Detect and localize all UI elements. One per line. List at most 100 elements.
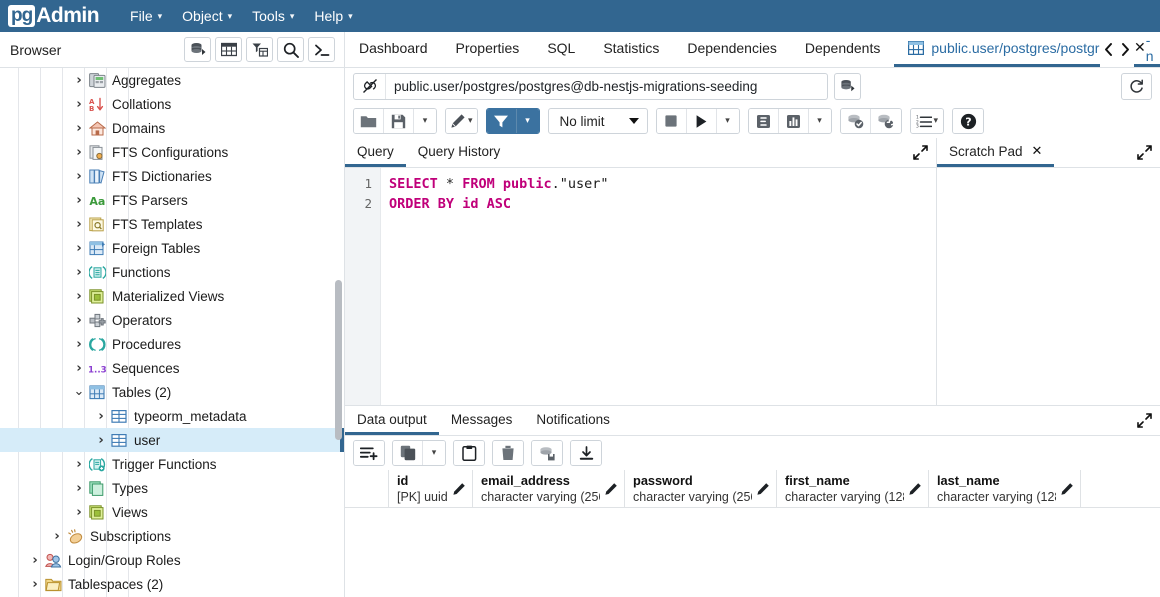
explain-dropdown[interactable]: ▾ — [809, 109, 831, 133]
tab-notifications[interactable]: Notifications — [524, 406, 622, 435]
rollback-icon[interactable] — [871, 109, 901, 133]
connection-box[interactable]: public.user/postgres/postgres@db-nestjs-… — [353, 73, 828, 100]
browser-tree-panel[interactable]: ›Aggregates›ABCollations›Domains›FTS Con… — [0, 68, 345, 597]
tab-dashboard[interactable]: Dashboard — [345, 32, 442, 67]
chevron-right-icon[interactable]: › — [72, 73, 86, 88]
chevron-right-icon[interactable]: › — [72, 241, 86, 256]
tab-scroll-left-button[interactable] — [1100, 32, 1117, 67]
tree-item-sequences[interactable]: ›1..3Sequences — [0, 356, 344, 380]
chevron-right-icon[interactable]: › — [72, 169, 86, 184]
tree-item-tablespaces-2[interactable]: ›Tablespaces (2) — [0, 572, 344, 596]
chevron-down-icon[interactable]: ⌄ — [72, 388, 86, 396]
tree-item-materialized-views[interactable]: ›Materialized Views — [0, 284, 344, 308]
edit-column-pencil-icon[interactable] — [756, 482, 770, 496]
tree-item-fts-configurations[interactable]: ›FTS Configurations — [0, 140, 344, 164]
sql-editor[interactable]: 1 2 SELECT * FROM public."user"ORDER BY … — [345, 168, 936, 405]
save-file-icon[interactable] — [384, 109, 414, 133]
tree-item-user[interactable]: ›user — [0, 428, 344, 452]
tree-item-subscriptions[interactable]: ›Subscriptions — [0, 524, 344, 548]
chevron-right-icon[interactable]: › — [94, 409, 108, 424]
tree-item-fts-dictionaries[interactable]: ›FTS Dictionaries — [0, 164, 344, 188]
tab-messages[interactable]: Messages — [439, 406, 525, 435]
refresh-icon[interactable] — [1121, 73, 1152, 100]
chevron-right-icon[interactable]: › — [72, 313, 86, 328]
tree-item-domains[interactable]: ›Domains — [0, 116, 344, 140]
chevron-right-icon[interactable]: › — [72, 193, 86, 208]
delete-row-icon[interactable] — [493, 441, 523, 465]
chevron-right-icon[interactable]: › — [94, 433, 108, 448]
filter-dropdown[interactable]: ▾ — [517, 109, 539, 133]
column-header-email_address[interactable]: email_addresscharacter varying (256) — [473, 470, 625, 507]
chevron-right-icon[interactable]: › — [72, 289, 86, 304]
chevron-right-icon[interactable]: › — [72, 481, 86, 496]
explain-analyze-chart-icon[interactable] — [779, 109, 809, 133]
download-csv-icon[interactable] — [571, 441, 601, 465]
table-grid-icon[interactable] — [215, 37, 242, 62]
filter-tree-icon[interactable] — [246, 37, 273, 62]
data-grid[interactable]: id[PK] uuidemail_addresscharacter varyin… — [345, 470, 1160, 597]
chevron-right-icon[interactable]: › — [72, 457, 86, 472]
tab-statistics[interactable]: Statistics — [589, 32, 673, 67]
close-icon[interactable]: ✕ — [1032, 144, 1043, 159]
chevron-right-icon[interactable]: › — [72, 505, 86, 520]
tab-sql[interactable]: SQL — [533, 32, 589, 67]
expand-panel-icon[interactable] — [913, 138, 928, 167]
tree-scrollbar[interactable] — [335, 280, 342, 440]
filter-funnel-icon[interactable] — [487, 109, 517, 133]
column-header-id[interactable]: id[PK] uuid — [389, 470, 473, 507]
column-header-password[interactable]: passwordcharacter varying (256) — [625, 470, 777, 507]
object-tree[interactable]: ›Aggregates›ABCollations›Domains›FTS Con… — [0, 68, 344, 596]
tree-item-collations[interactable]: ›ABCollations — [0, 92, 344, 116]
chevron-right-icon[interactable]: › — [72, 361, 86, 376]
tab-scratch-pad[interactable]: Scratch Pad ✕ — [937, 138, 1054, 167]
tree-item-fts-parsers[interactable]: ›AaFTS Parsers — [0, 188, 344, 212]
scratch-pad-textarea[interactable] — [937, 168, 1160, 405]
chevron-right-icon[interactable]: › — [72, 145, 86, 160]
tab-query[interactable]: Query — [345, 138, 406, 167]
tree-item-login-group-roles[interactable]: ›Login/Group Roles — [0, 548, 344, 572]
menu-tools[interactable]: Tools ▾ — [243, 4, 303, 28]
explain-e-icon[interactable] — [749, 109, 779, 133]
edit-column-pencil-icon[interactable] — [604, 482, 618, 496]
add-row-icon[interactable] — [354, 441, 384, 465]
expand-panel-icon[interactable] — [1137, 406, 1152, 435]
terminal-icon[interactable] — [308, 37, 335, 62]
tab-scroll-right-button[interactable] — [1117, 32, 1134, 67]
chevron-right-icon[interactable]: › — [72, 337, 86, 352]
column-header-first_name[interactable]: first_namecharacter varying (128) — [777, 470, 929, 507]
data-grid-body[interactable] — [345, 508, 1160, 597]
chevron-right-icon[interactable]: › — [50, 529, 64, 544]
menu-help[interactable]: Help ▾ — [305, 4, 361, 28]
stop-icon[interactable] — [657, 109, 687, 133]
tree-item-typeorm-metadata[interactable]: ›typeorm_metadata — [0, 404, 344, 428]
search-icon[interactable] — [277, 37, 304, 62]
tree-item-types[interactable]: ›Types — [0, 476, 344, 500]
tree-item-operators[interactable]: ›Operators — [0, 308, 344, 332]
tree-item-foreign-tables[interactable]: ›Foreign Tables — [0, 236, 344, 260]
tree-item-tables-2[interactable]: ⌄Tables (2) — [0, 380, 344, 404]
tree-item-fts-templates[interactable]: ›FTS Templates — [0, 212, 344, 236]
tree-item-aggregates[interactable]: ›Aggregates — [0, 68, 344, 92]
paste-icon[interactable] — [454, 441, 484, 465]
edit-column-pencil-icon[interactable] — [452, 482, 466, 496]
expand-panel-icon[interactable] — [1137, 138, 1152, 167]
tab-data-output[interactable]: Data output — [345, 406, 439, 435]
pencil-edit-icon[interactable]: ▾ — [446, 109, 477, 133]
tree-item-trigger-functions[interactable]: ›Trigger Functions — [0, 452, 344, 476]
tab-dependencies[interactable]: Dependencies — [673, 32, 791, 67]
chevron-right-icon[interactable]: › — [72, 265, 86, 280]
tree-item-functions[interactable]: ›Functions — [0, 260, 344, 284]
chevron-right-icon[interactable]: › — [28, 553, 42, 568]
play-execute-icon[interactable] — [687, 109, 717, 133]
edit-column-pencil-icon[interactable] — [1060, 482, 1074, 496]
column-header-last_name[interactable]: last_namecharacter varying (128) — [929, 470, 1081, 507]
copy-icon[interactable] — [393, 441, 423, 465]
menu-file[interactable]: File ▾ — [121, 4, 171, 28]
connection-manager-button[interactable] — [834, 73, 861, 100]
tab-query-tool[interactable]: public.user/postgres/postgres — [894, 32, 1100, 67]
macros-list-icon[interactable]: 1 2 3 ▾ — [911, 109, 944, 133]
sql-line[interactable]: ORDER BY id ASC — [389, 194, 936, 214]
help-question-icon[interactable]: ? — [953, 109, 983, 133]
chevron-right-icon[interactable]: › — [72, 97, 86, 112]
copy-caret-icon[interactable]: ▾ — [423, 441, 445, 465]
